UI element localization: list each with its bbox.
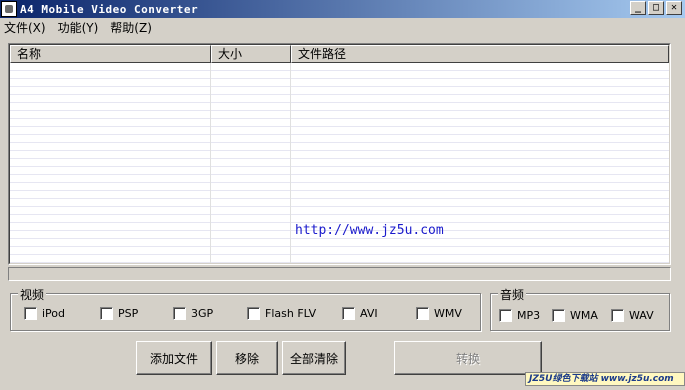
checkbox-label: 3GP [191,307,214,320]
checkbox-label: Flash FLV [265,307,317,320]
video-format-group: 视频 iPod PSP 3GP Flash FLV AVI WMV [10,286,481,331]
checkbox-box[interactable] [552,309,565,322]
site-badge: JZ5U绿色下载站 www.jz5u.com [525,372,685,386]
column-divider [290,63,291,263]
watermark-url: http://www.jz5u.com [295,223,444,238]
checkbox-box[interactable] [100,307,113,320]
app-icon [1,1,17,17]
checkbox-flash-flv[interactable]: Flash FLV [247,307,316,320]
minimize-button[interactable]: _ [630,1,646,15]
checkbox-wmv[interactable]: WMV [416,307,462,320]
checkbox-box[interactable] [499,309,512,322]
video-group-title: 视频 [18,286,47,303]
column-header-name[interactable]: 名称 [10,45,211,63]
audio-group-title: 音频 [498,286,527,303]
clear-all-button[interactable]: 全部清除 [282,341,346,375]
progress-bar [8,267,671,281]
maximize-button[interactable]: □ [648,1,664,15]
checkbox-label: WMA [570,309,598,322]
checkbox-avi[interactable]: AVI [342,307,378,320]
checkbox-label: WAV [629,309,654,322]
add-file-button[interactable]: 添加文件 [136,341,212,375]
menu-bar: 文件(X) 功能(Y) 帮助(Z) [0,18,685,37]
window-title: A4 Mobile Video Converter [20,2,199,16]
menu-file[interactable]: 文件(X) [4,19,46,36]
column-divider [210,63,211,263]
column-header-path[interactable]: 文件路径 [291,45,669,63]
menu-help[interactable]: 帮助(Z) [110,19,152,36]
checkbox-3gp[interactable]: 3GP [173,307,213,320]
menu-function[interactable]: 功能(Y) [58,19,99,36]
checkbox-box[interactable] [416,307,429,320]
window-controls: _ □ ✕ [628,1,682,15]
remove-button[interactable]: 移除 [216,341,278,375]
column-header-size[interactable]: 大小 [211,45,291,63]
checkbox-label: MP3 [517,309,541,322]
checkbox-box[interactable] [24,307,37,320]
file-list[interactable]: 名称 大小 文件路径 http://www.jz5u.com [8,43,671,265]
checkbox-label: iPod [42,307,66,320]
checkbox-box[interactable] [173,307,186,320]
checkbox-psp[interactable]: PSP [100,307,138,320]
checkbox-label: PSP [118,307,139,320]
title-bar[interactable]: A4 Mobile Video Converter _ □ ✕ [0,0,685,18]
checkbox-label: AVI [360,307,378,320]
checkbox-box[interactable] [247,307,260,320]
checkbox-box[interactable] [611,309,624,322]
checkbox-wma[interactable]: WMA [552,309,598,322]
checkbox-box[interactable] [342,307,355,320]
checkbox-ipod[interactable]: iPod [24,307,65,320]
audio-format-group: 音频 MP3 WMA WAV [490,286,670,331]
checkbox-mp3[interactable]: MP3 [499,309,540,322]
checkbox-label: WMV [434,307,462,320]
file-list-inner: 名称 大小 文件路径 http://www.jz5u.com [9,44,670,264]
list-header: 名称 大小 文件路径 [10,45,669,63]
convert-button[interactable]: 转换 [394,341,542,375]
close-button[interactable]: ✕ [666,1,682,15]
checkbox-wav[interactable]: WAV [611,309,654,322]
